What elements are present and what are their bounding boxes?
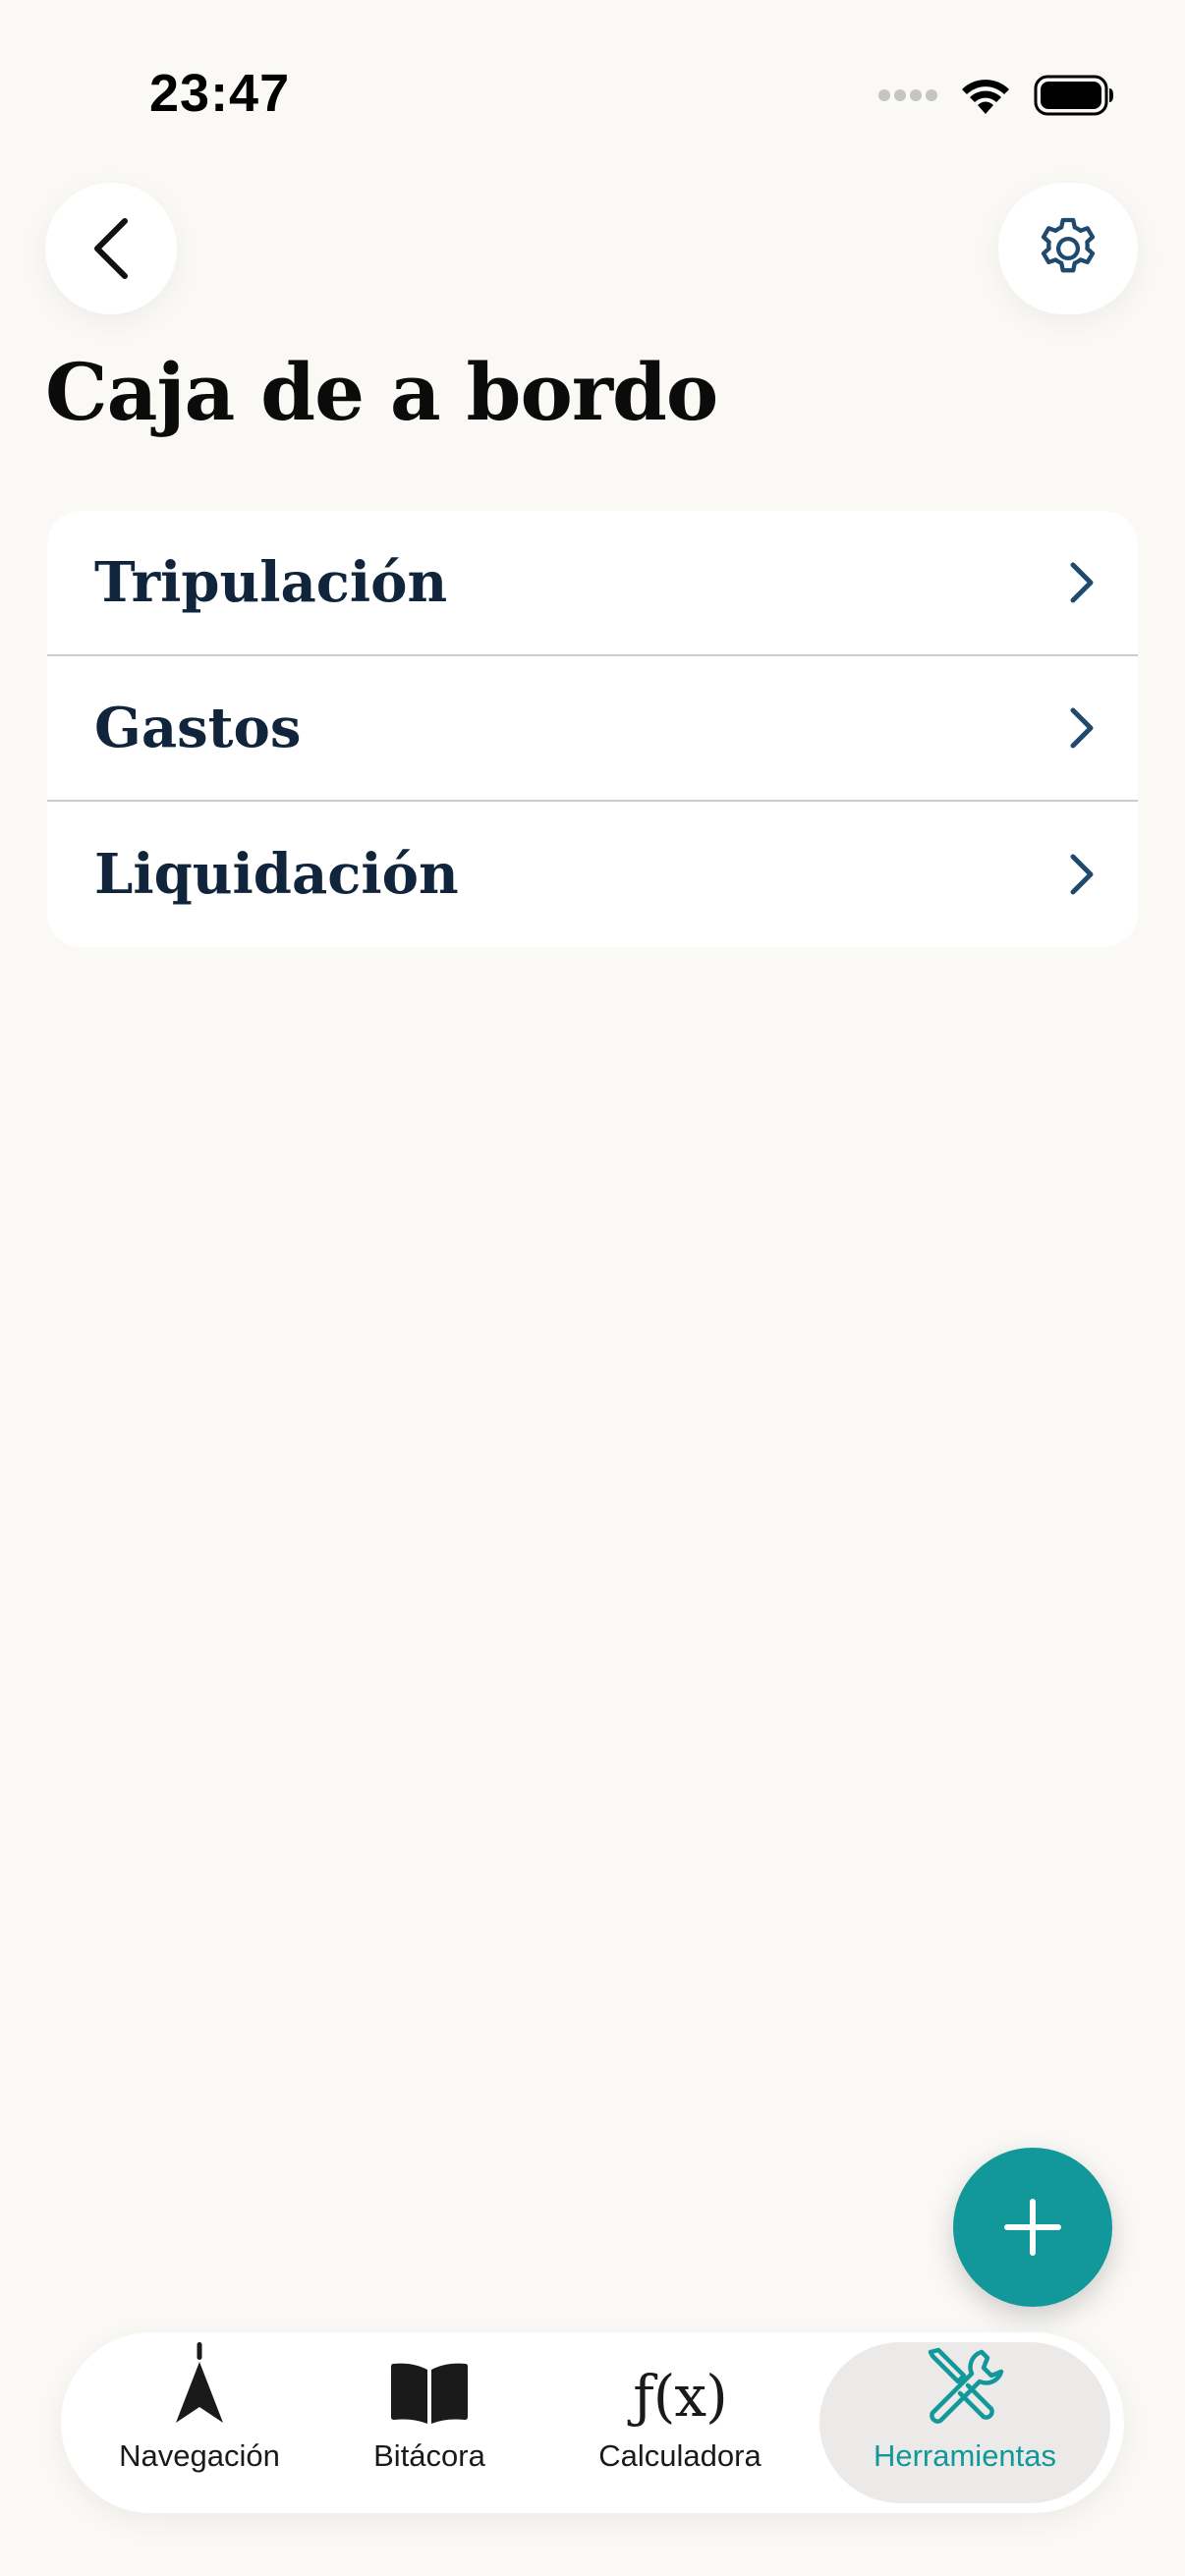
menu-item-label: Tripulación [94, 550, 448, 615]
chevron-right-icon [1070, 707, 1094, 749]
menu-item-tripulacion[interactable]: Tripulación [47, 511, 1138, 656]
wifi-icon [962, 80, 1009, 114]
tab-herramientas[interactable]: Herramientas [819, 2342, 1110, 2503]
page-title: Caja de a bordo [45, 346, 718, 438]
book-icon [391, 2363, 468, 2424]
status-icons [878, 71, 1114, 120]
plus-icon [1004, 2199, 1061, 2256]
tab-label: Navegación [119, 2438, 280, 2473]
tab-label: Bitácora [373, 2438, 485, 2473]
menu-item-gastos[interactable]: Gastos [47, 656, 1138, 802]
chevron-right-icon [1070, 562, 1094, 603]
tab-label: Calculadora [598, 2438, 762, 2473]
tab-calculadora[interactable]: ƒ(x) Calculadora [592, 2342, 768, 2503]
chevron-left-icon [94, 218, 128, 279]
add-button[interactable] [953, 2148, 1112, 2307]
cellular-dots-icon [878, 89, 937, 101]
settings-button[interactable] [998, 183, 1138, 314]
tab-bar: Navegación Bitácora ƒ(x) Calculadora Her… [61, 2332, 1124, 2513]
menu-item-liquidacion[interactable]: Liquidación [47, 802, 1138, 947]
tab-bitacora[interactable]: Bitácora [356, 2342, 503, 2503]
screen: 23:47 Caja de a bordo Tripulación Gastos… [0, 0, 1185, 2576]
menu-list: Tripulación Gastos Liquidación [47, 511, 1138, 947]
status-time: 23:47 [149, 64, 291, 123]
battery-icon [1034, 75, 1113, 116]
tab-label: Herramientas [873, 2438, 1057, 2473]
back-button[interactable] [45, 183, 177, 314]
navigation-arrow-icon [176, 2342, 223, 2423]
menu-item-label: Gastos [94, 696, 302, 760]
chevron-right-icon [1070, 854, 1094, 895]
function-icon: ƒ(x) [633, 2363, 727, 2430]
tools-icon [928, 2347, 1004, 2424]
menu-item-label: Liquidación [94, 842, 459, 907]
gear-icon [1041, 217, 1096, 273]
tab-navegacion[interactable]: Navegación [106, 2342, 293, 2503]
